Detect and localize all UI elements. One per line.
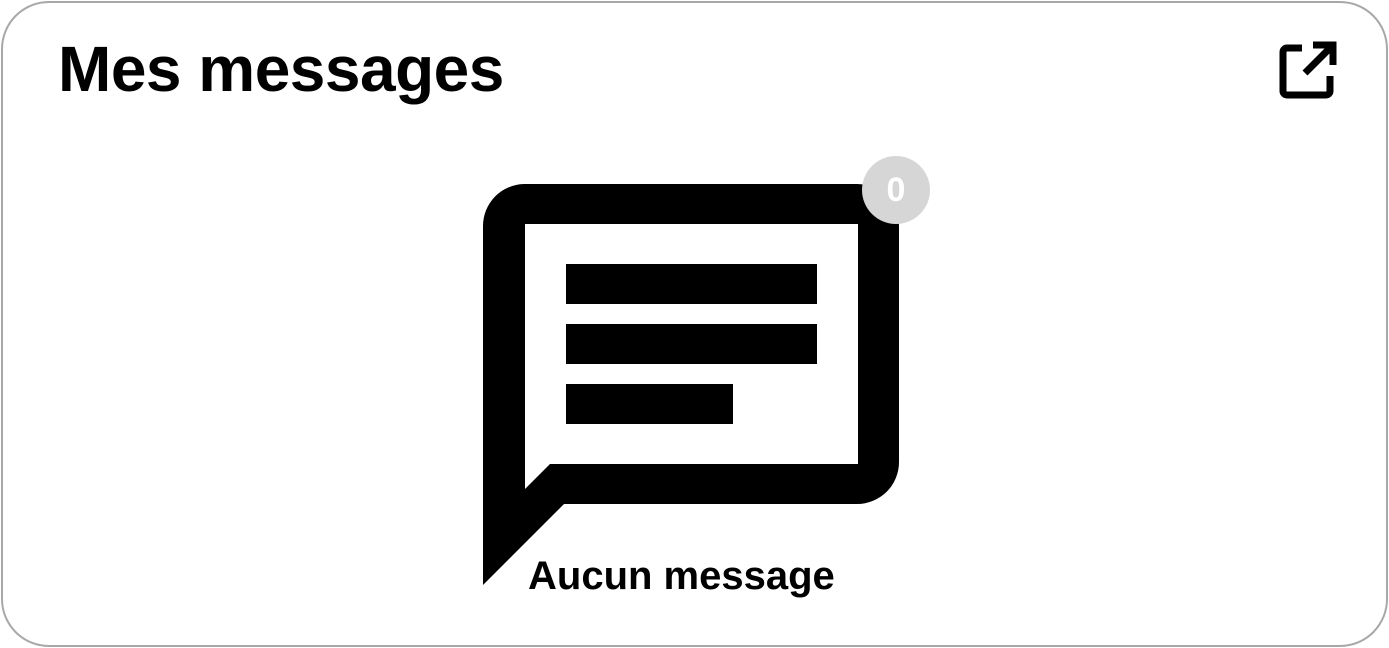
external-link-icon [1279, 41, 1337, 99]
chat-bubble-icon [483, 184, 899, 585]
open-messages-button[interactable] [1275, 37, 1341, 103]
empty-state-label: Aucun message [528, 554, 835, 598]
card-title: Mes messages [58, 33, 504, 105]
message-status-graphic: 0 [482, 154, 942, 586]
message-count-badge: 0 [862, 156, 930, 224]
